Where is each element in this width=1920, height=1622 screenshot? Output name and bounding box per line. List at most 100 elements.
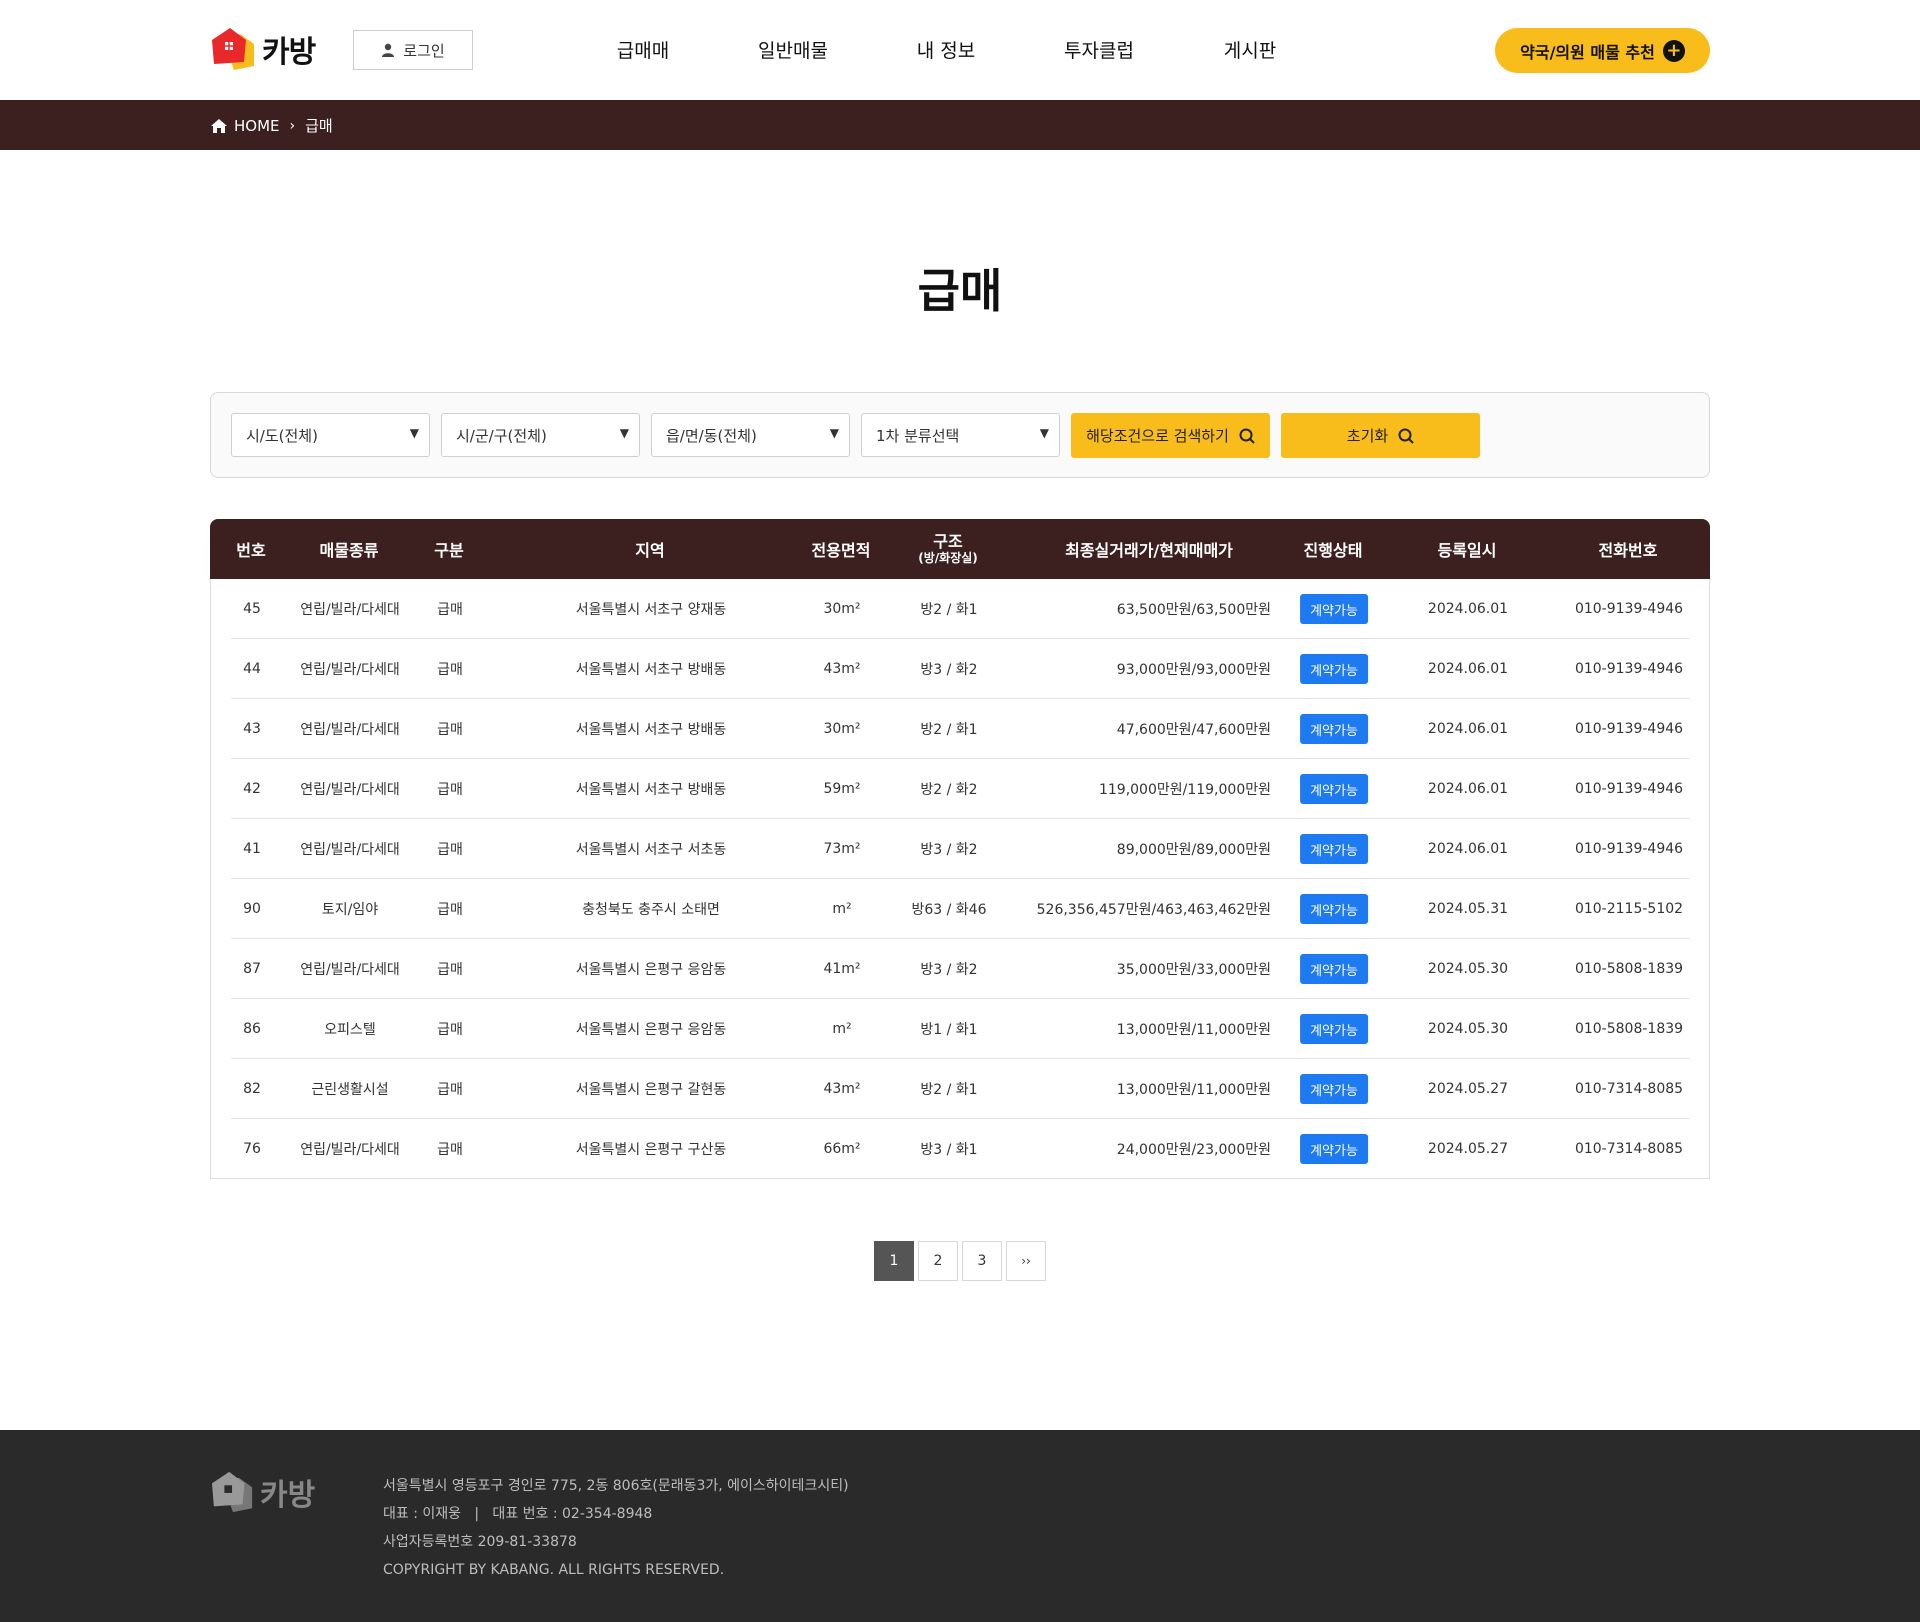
page-button-2[interactable]: 2 xyxy=(918,1241,958,1281)
nav-item-board[interactable]: 게시판 xyxy=(1224,36,1276,63)
house-logo-icon xyxy=(212,28,254,70)
user-icon xyxy=(382,43,395,57)
cell-date: 2024.06.01 xyxy=(1427,661,1509,677)
cell-category: 급매 xyxy=(437,1082,463,1098)
cell-type: 연립/빌라/다세대 xyxy=(300,662,400,678)
search-icon xyxy=(1239,428,1255,444)
cell-date: 2024.06.01 xyxy=(1427,841,1509,857)
cell-type: 연립/빌라/다세대 xyxy=(300,602,400,618)
city-select-value: 시/군/구(전체) xyxy=(456,426,547,445)
table-row[interactable]: 86 오피스텔 급매 서울특별시 은평구 응암동 m² 방1 / 화1 13,000만원/1… xyxy=(231,999,1690,1059)
breadcrumb-bar: HOME › 급매 xyxy=(0,100,1920,150)
town-select-value: 읍/면/동(전체) xyxy=(666,426,757,445)
cell-phone: 010-2115-5102 xyxy=(1574,901,1684,917)
table-row[interactable]: 41 연립/빌라/다세대 급매 서울특별시 서초구 서초동 73m² 방3 / 화2 89,… xyxy=(231,819,1690,879)
cell-no: 90 xyxy=(243,901,261,917)
header-region: 지역 xyxy=(635,541,665,560)
table-row[interactable]: 43 연립/빌라/다세대 급매 서울특별시 서초구 방배동 30m² 방2 / 화1 47,… xyxy=(231,699,1690,759)
table-row[interactable]: 76 연립/빌라/다세대 급매 서울특별시 은평구 구산동 66m² 방3 / 화1 24,… xyxy=(231,1119,1690,1179)
footer-biz-no: 사업자등록번호 209-81-33878 xyxy=(383,1534,577,1550)
cell-type: 연립/빌라/다세대 xyxy=(300,782,400,798)
cell-date: 2024.06.01 xyxy=(1427,601,1509,617)
site-header: 카방 로그인 급매매 일반매물 내 정보 투자클럽 게시판 약국/의원 매물 추… xyxy=(0,0,1920,100)
table-body: 45 연립/빌라/다세대 급매 서울특별시 서초구 양재동 30m² 방2 / 화1 63,… xyxy=(210,579,1710,1179)
cell-area: m² xyxy=(832,901,852,917)
cell-area: m² xyxy=(832,1021,852,1037)
header-structure-main: 구조 xyxy=(933,532,963,551)
pharmacy-clinic-recommend-button[interactable]: 약국/의원 매물 추천 + xyxy=(1495,28,1710,73)
cell-structure: 방2 / 화1 xyxy=(920,1082,978,1098)
cell-date: 2024.05.30 xyxy=(1427,961,1509,977)
next-page-icon[interactable]: ›› xyxy=(1006,1241,1046,1281)
cell-area: 43m² xyxy=(823,1081,861,1097)
table-row[interactable]: 90 토지/임야 급매 충청북도 충주시 소태면 m² 방63 / 화46 526,356,… xyxy=(231,879,1690,939)
cell-phone: 010-5808-1839 xyxy=(1574,961,1684,977)
nav-item-investment-club[interactable]: 투자클럽 xyxy=(1064,36,1134,63)
cell-no: 82 xyxy=(243,1081,261,1097)
cell-status: 계약가능 xyxy=(1300,579,1368,639)
cell-price: 119,000만원/119,000만원 xyxy=(1098,782,1271,798)
cell-phone: 010-9139-4946 xyxy=(1574,781,1684,797)
cell-type: 오피스텔 xyxy=(324,1022,376,1038)
nav-item-general-listings[interactable]: 일반매물 xyxy=(758,36,828,63)
table-row[interactable]: 82 근린생활시설 급매 서울특별시 은평구 갈현동 43m² 방2 / 화1 13,000… xyxy=(231,1059,1690,1119)
page-button-1[interactable]: 1 xyxy=(874,1241,914,1281)
cell-no: 87 xyxy=(243,961,261,977)
cell-region: 서울특별시 은평구 구산동 xyxy=(575,1142,727,1158)
footer-logo: 카방 xyxy=(210,1470,315,1514)
table-row[interactable]: 87 연립/빌라/다세대 급매 서울특별시 은평구 응암동 41m² 방3 / 화2 35,… xyxy=(231,939,1690,999)
cell-date: 2024.05.31 xyxy=(1427,901,1509,917)
table-row[interactable]: 44 연립/빌라/다세대 급매 서울특별시 서초구 방배동 43m² 방3 / 화2 93,… xyxy=(231,639,1690,699)
cell-status: 계약가능 xyxy=(1300,1119,1368,1179)
site-logo[interactable]: 카방 xyxy=(210,26,316,72)
cell-category: 급매 xyxy=(437,662,463,678)
table-row[interactable]: 45 연립/빌라/다세대 급매 서울특별시 서초구 양재동 30m² 방2 / 화1 63,… xyxy=(231,579,1690,639)
cell-price: 63,500만원/63,500만원 xyxy=(1116,602,1271,618)
province-select[interactable]: 시/도(전체) ▼ xyxy=(231,413,430,457)
search-icon xyxy=(1398,428,1414,444)
cell-region: 서울특별시 은평구 응암동 xyxy=(575,962,727,978)
login-button[interactable]: 로그인 xyxy=(353,30,473,70)
home-icon[interactable] xyxy=(210,118,228,134)
status-badge: 계약가능 xyxy=(1300,894,1368,924)
status-badge: 계약가능 xyxy=(1300,1014,1368,1044)
table-row[interactable]: 42 연립/빌라/다세대 급매 서울특별시 서초구 방배동 59m² 방2 / 화2 119… xyxy=(231,759,1690,819)
breadcrumb-current: 급매 xyxy=(305,117,333,135)
status-badge: 계약가능 xyxy=(1300,954,1368,984)
category-select-value: 1차 분류선택 xyxy=(876,426,960,445)
reset-button[interactable]: 초기화 xyxy=(1281,413,1480,458)
cell-price: 93,000만원/93,000만원 xyxy=(1116,662,1271,678)
status-badge: 계약가능 xyxy=(1300,594,1368,624)
chevron-down-icon: ▼ xyxy=(409,426,419,440)
cell-area: 59m² xyxy=(823,781,861,797)
header-area: 전용면적 xyxy=(811,541,871,560)
page-title: 급매 xyxy=(917,264,1003,318)
footer-logo-text: 카방 xyxy=(260,1478,316,1513)
footer-info: 서울특별시 영등포구 경인로 775, 2동 806호(문래동3가, 에이스하이… xyxy=(383,1472,849,1584)
cell-no: 86 xyxy=(243,1021,261,1037)
cell-status: 계약가능 xyxy=(1300,819,1368,879)
chevron-right-icon: › xyxy=(289,117,296,134)
nav-item-urgent-sale[interactable]: 급매매 xyxy=(617,36,669,63)
chevron-down-icon: ▼ xyxy=(829,426,839,440)
chevron-down-icon: ▼ xyxy=(619,426,629,440)
cell-date: 2024.05.30 xyxy=(1427,1021,1509,1037)
search-button[interactable]: 해당조건으로 검색하기 xyxy=(1071,413,1270,458)
search-button-label: 해당조건으로 검색하기 xyxy=(1086,427,1229,445)
footer-address: 서울특별시 영등포구 경인로 775, 2동 806호(문래동3가, 에이스하이… xyxy=(383,1478,849,1494)
logo-text: 카방 xyxy=(262,35,316,70)
cell-phone: 010-9139-4946 xyxy=(1574,661,1684,677)
cell-region: 서울특별시 서초구 서초동 xyxy=(575,842,727,858)
cell-structure: 방3 / 화2 xyxy=(920,842,978,858)
cell-category: 급매 xyxy=(437,602,463,618)
cell-date: 2024.06.01 xyxy=(1427,781,1509,797)
breadcrumb-home[interactable]: HOME xyxy=(234,117,280,135)
category-select[interactable]: 1차 분류선택 ▼ xyxy=(861,413,1060,457)
town-select[interactable]: 읍/면/동(전체) ▼ xyxy=(651,413,850,457)
city-select[interactable]: 시/군/구(전체) ▼ xyxy=(441,413,640,457)
page-button-3[interactable]: 3 xyxy=(962,1241,1002,1281)
cell-no: 44 xyxy=(243,661,261,677)
nav-item-my-info[interactable]: 내 정보 xyxy=(917,36,975,63)
province-select-value: 시/도(전체) xyxy=(246,426,318,445)
status-badge: 계약가능 xyxy=(1300,1074,1368,1104)
